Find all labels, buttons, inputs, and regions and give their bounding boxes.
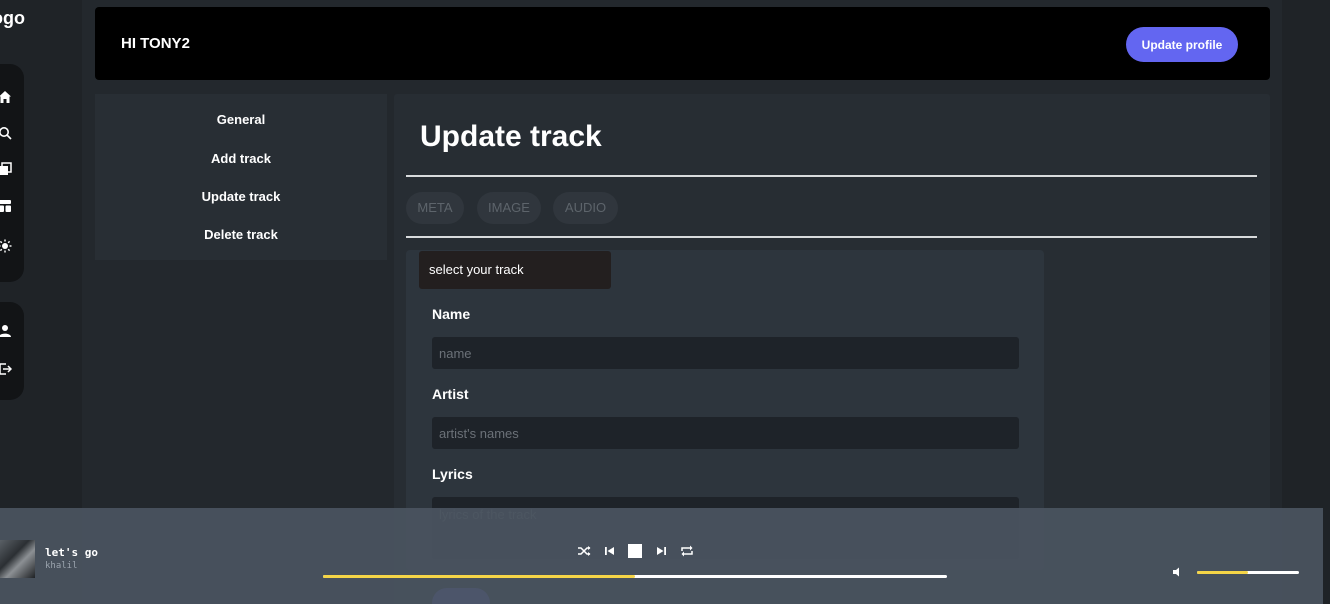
volume-fill <box>1197 571 1248 574</box>
artist-label: Artist <box>432 386 469 402</box>
nav-item-add-track[interactable]: Add track <box>95 151 387 166</box>
nav-item-general[interactable]: General <box>95 112 387 127</box>
logo: ogo <box>0 8 25 28</box>
track-select[interactable]: select your track <box>419 251 611 289</box>
divider <box>406 236 1257 238</box>
main-nav-pill <box>0 64 24 282</box>
library-icon[interactable] <box>0 162 12 176</box>
user-icon[interactable] <box>0 324 12 338</box>
song-title: let's go <box>45 546 98 559</box>
divider <box>406 175 1257 177</box>
progress-bar[interactable] <box>323 575 947 578</box>
sun-icon[interactable] <box>0 239 12 253</box>
previous-icon[interactable] <box>603 544 617 558</box>
layout-icon[interactable] <box>0 199 12 213</box>
lyrics-label: Lyrics <box>432 466 473 482</box>
stop-icon[interactable] <box>628 544 642 558</box>
nav-item-delete-track[interactable]: Delete track <box>95 227 387 242</box>
dashboard-nav: General Add track Update track Delete tr… <box>95 94 387 260</box>
nav-item-update-track[interactable]: Update track <box>95 189 387 204</box>
name-label: Name <box>432 306 471 322</box>
music-player-bar: let's go khalil <box>0 508 1323 604</box>
home-icon[interactable] <box>0 90 12 104</box>
repeat-icon[interactable] <box>680 544 694 558</box>
greeting-text: HI TONY2 <box>121 35 190 52</box>
update-profile-button[interactable]: Update profile <box>1126 27 1238 62</box>
progress-fill <box>323 575 635 578</box>
album-cover[interactable] <box>0 540 35 578</box>
shuffle-icon[interactable] <box>577 544 591 558</box>
name-input[interactable] <box>432 337 1019 369</box>
logout-icon[interactable] <box>0 362 12 376</box>
next-icon[interactable] <box>654 544 668 558</box>
tab-audio[interactable]: AUDIO <box>553 192 618 224</box>
account-nav-pill <box>0 302 24 400</box>
volume-icon[interactable] <box>1172 566 1184 578</box>
tab-meta[interactable]: META <box>406 192 464 224</box>
song-artist: khalil <box>45 561 78 571</box>
search-icon[interactable] <box>0 126 12 140</box>
artist-input[interactable] <box>432 417 1019 449</box>
page-title: Update track <box>420 120 602 153</box>
tab-image[interactable]: IMAGE <box>477 192 541 224</box>
volume-slider[interactable] <box>1197 571 1299 574</box>
header-bar: HI TONY2 Update profile <box>95 7 1270 80</box>
